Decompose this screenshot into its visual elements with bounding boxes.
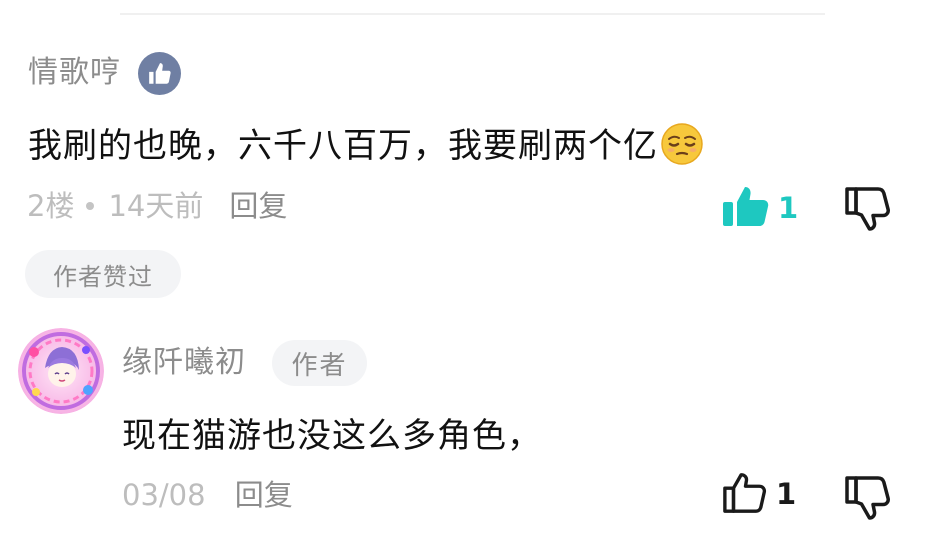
comment-date: 03/08 <box>122 478 206 512</box>
comment-meta: 2楼 14天前 回复 <box>27 188 287 224</box>
comment-text-content: 我刷的也晚，六千八百万，我要刷两个亿 <box>28 126 658 166</box>
thumbs-up-outline-icon <box>722 470 768 518</box>
author-liked-badge: 作者赞过 <box>25 250 181 298</box>
thumbs-down-icon[interactable] <box>844 185 892 235</box>
comment-meta: 03/08 回复 <box>122 477 293 513</box>
like-button[interactable]: 1 <box>722 184 798 232</box>
thumbs-up-badge-icon <box>138 52 181 95</box>
comment-text: 现在猫游也没这么多角色， <box>122 416 542 456</box>
separator-dot <box>86 202 95 210</box>
like-count: 1 <box>778 191 799 225</box>
comment-time: 14天前 <box>108 189 204 223</box>
thumbs-up-filled-icon <box>722 184 770 232</box>
comment-text: 我刷的也晚，六千八百万，我要刷两个亿 <box>28 122 704 170</box>
floor-number: 2楼 <box>27 189 75 223</box>
author-tag: 作者 <box>272 340 367 386</box>
reply-button[interactable]: 回复 <box>235 478 293 512</box>
comment-username[interactable]: 缘阡曦初 <box>122 344 246 382</box>
reply-button[interactable]: 回复 <box>229 188 287 224</box>
like-count: 1 <box>776 477 797 511</box>
top-divider <box>120 13 825 15</box>
relieved-face-emoji-icon <box>660 122 704 166</box>
thumbs-down-icon[interactable] <box>844 474 892 524</box>
avatar[interactable] <box>18 328 104 414</box>
comment-username[interactable]: 情歌哼 <box>28 54 121 92</box>
like-button[interactable]: 1 <box>722 470 796 518</box>
